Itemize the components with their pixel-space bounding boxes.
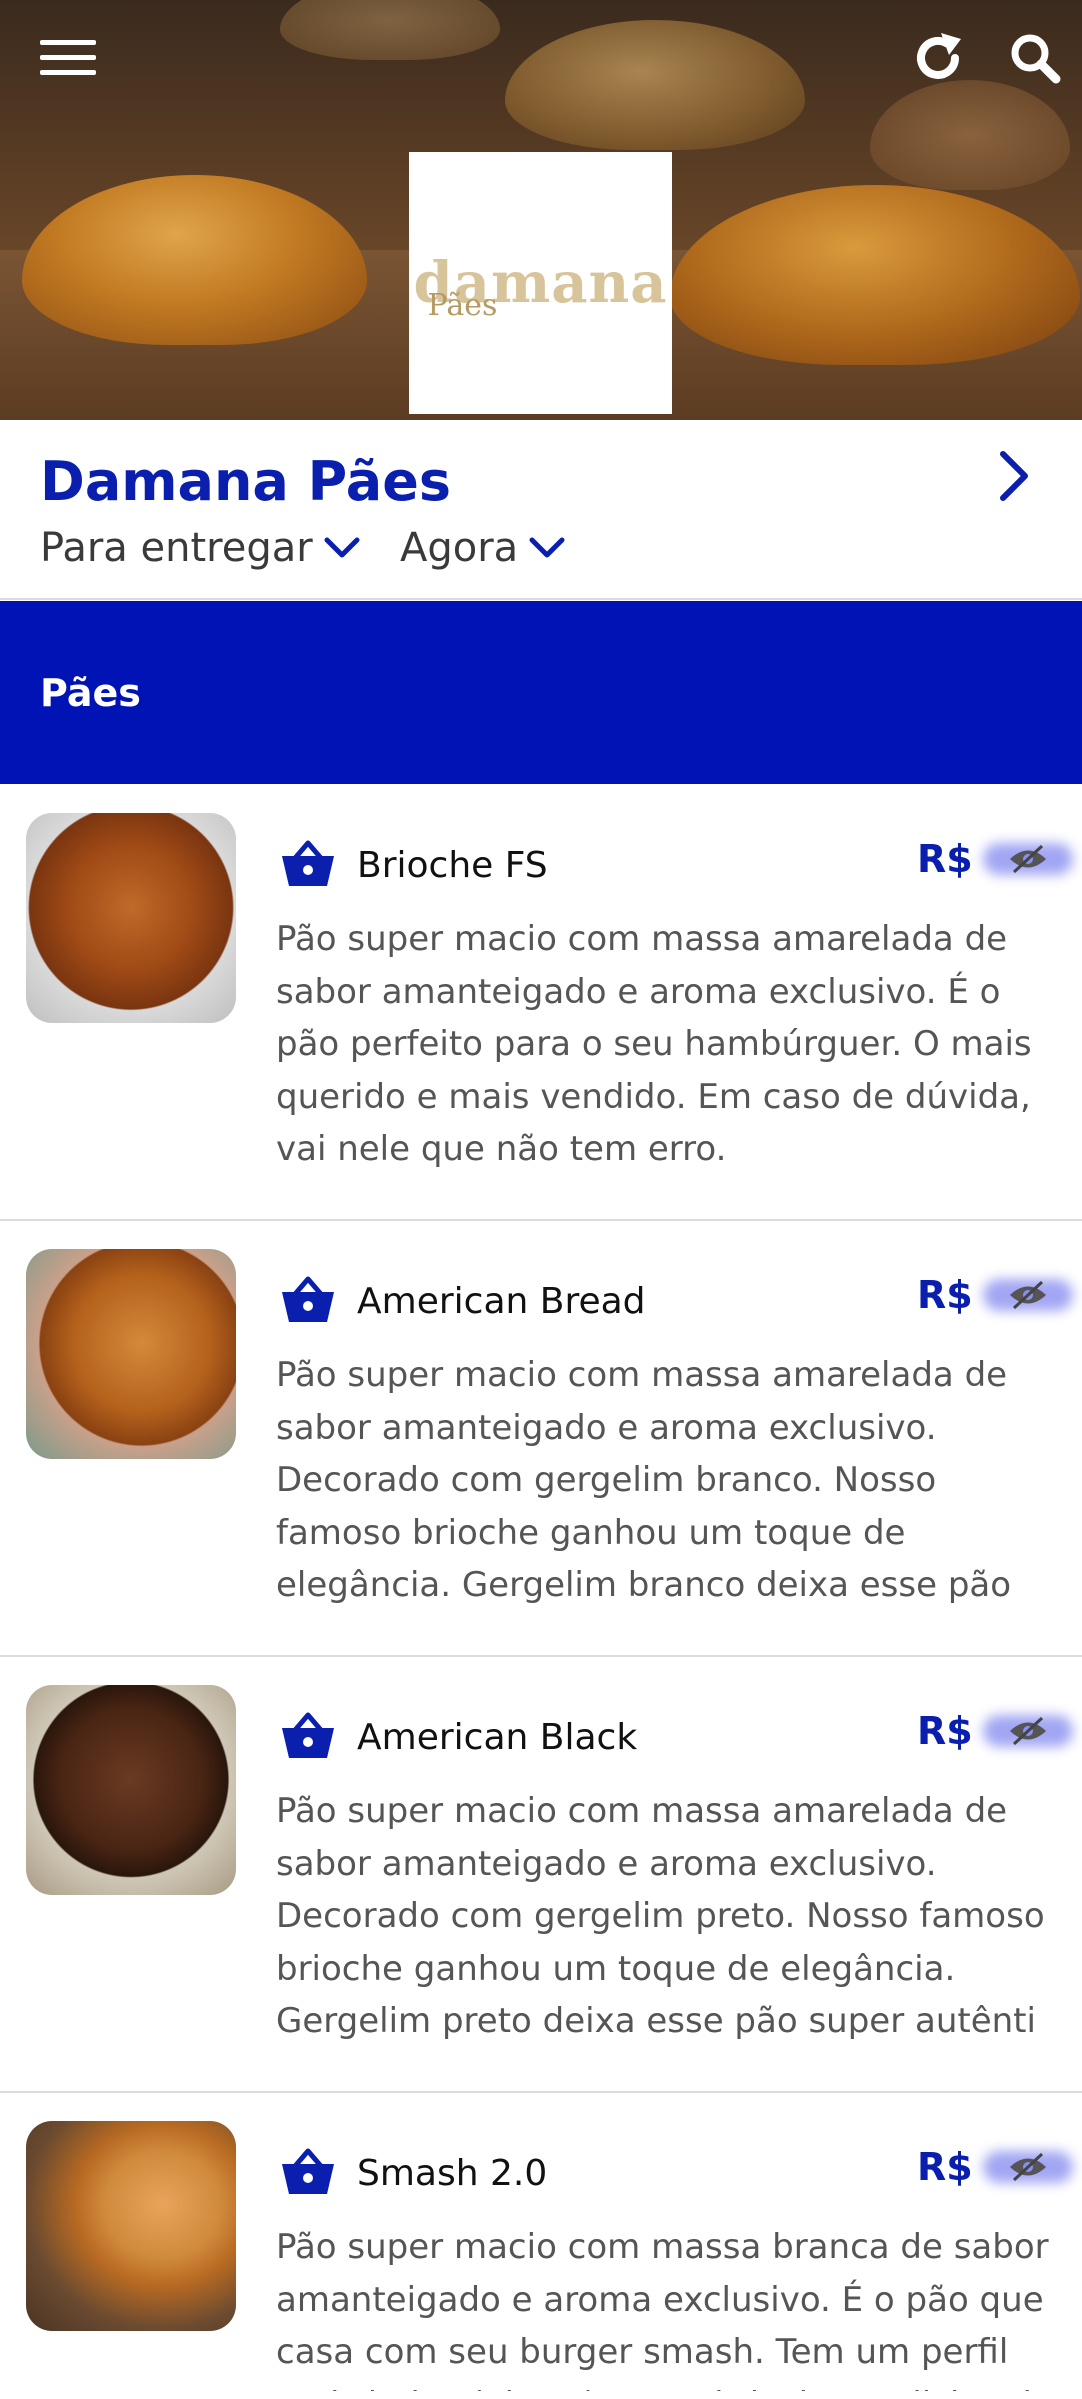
product-price: R$ bbox=[917, 1709, 1073, 1753]
banner-bun bbox=[280, 0, 500, 60]
product-price: R$ bbox=[917, 837, 1073, 881]
banner-bun bbox=[670, 185, 1080, 365]
category-header[interactable]: Pães bbox=[0, 601, 1082, 784]
product-image bbox=[26, 1249, 236, 1459]
product-name: American Bread bbox=[357, 1281, 646, 1322]
menu-icon bbox=[40, 40, 96, 75]
basket-icon bbox=[282, 840, 334, 886]
eye-off-icon bbox=[1009, 1280, 1046, 1310]
banner-bun bbox=[22, 175, 367, 345]
product-item[interactable]: Brioche FS R$ Pão super macio com massa … bbox=[0, 785, 1082, 1221]
product-description: Pão super macio com massa amarelada de s… bbox=[276, 1791, 1045, 2041]
product-image bbox=[26, 813, 236, 1023]
product-description: Pão super macio com massa amarelada de s… bbox=[276, 1355, 1012, 1605]
product-price: R$ bbox=[917, 2145, 1073, 2189]
basket-icon bbox=[282, 1276, 334, 1322]
price-currency: R$ bbox=[917, 1273, 973, 1317]
basket-icon bbox=[282, 2148, 334, 2194]
banner-bun bbox=[870, 80, 1070, 190]
store-banner: damana Pães bbox=[0, 0, 1082, 420]
price-hidden-toggle[interactable] bbox=[982, 1273, 1073, 1317]
store-name: Damana Pães bbox=[40, 450, 451, 513]
product-image bbox=[26, 2121, 236, 2331]
store-info-button[interactable] bbox=[985, 440, 1045, 510]
banner-bun bbox=[505, 20, 805, 150]
product-name: Brioche FS bbox=[357, 845, 548, 886]
product-description: Pão super macio com massa amarelada de s… bbox=[276, 919, 1032, 1169]
chevron-down-icon bbox=[529, 537, 565, 558]
chevron-right-icon bbox=[1000, 451, 1028, 501]
price-currency: R$ bbox=[917, 837, 973, 881]
chevron-down-icon bbox=[324, 537, 360, 558]
category-title: Pães bbox=[40, 670, 141, 715]
search-button[interactable] bbox=[1005, 28, 1065, 88]
price-currency: R$ bbox=[917, 2145, 973, 2189]
product-item[interactable]: Smash 2.0 R$ Pão super macio com massa b… bbox=[0, 2093, 1082, 2399]
refresh-button[interactable] bbox=[908, 28, 968, 88]
delivery-mode-label: Para entregar bbox=[40, 525, 313, 571]
product-item[interactable]: American Bread R$ Pão super macio com ma… bbox=[0, 1221, 1082, 1657]
price-hidden-toggle[interactable] bbox=[982, 2145, 1073, 2189]
basket-icon bbox=[282, 1712, 334, 1758]
product-name: American Black bbox=[357, 1717, 638, 1758]
price-hidden-toggle[interactable] bbox=[982, 837, 1073, 881]
eye-off-icon bbox=[1009, 2152, 1046, 2182]
price-hidden-toggle[interactable] bbox=[982, 1709, 1073, 1753]
delivery-mode-selector[interactable]: Para entregar bbox=[40, 525, 361, 571]
menu-button[interactable] bbox=[38, 28, 98, 88]
schedule-label: Agora bbox=[400, 525, 519, 571]
refresh-icon bbox=[917, 33, 961, 79]
store-header: Damana Pães Para entregar Agora bbox=[0, 420, 1082, 600]
product-image bbox=[26, 1685, 236, 1895]
search-icon bbox=[1011, 34, 1061, 84]
product-name: Smash 2.0 bbox=[357, 2153, 548, 2194]
price-currency: R$ bbox=[917, 1709, 973, 1753]
store-logo: damana Pães bbox=[409, 152, 672, 414]
eye-off-icon bbox=[1009, 844, 1046, 874]
schedule-selector[interactable]: Agora bbox=[400, 525, 566, 571]
product-price: R$ bbox=[917, 1273, 1073, 1317]
logo-sub-text: Pães bbox=[427, 288, 498, 323]
product-description: Pão super macio com massa branca de sabo… bbox=[276, 2227, 1049, 2391]
product-item[interactable]: American Black R$ Pão super macio com ma… bbox=[0, 1657, 1082, 2093]
eye-off-icon bbox=[1009, 1716, 1046, 1746]
